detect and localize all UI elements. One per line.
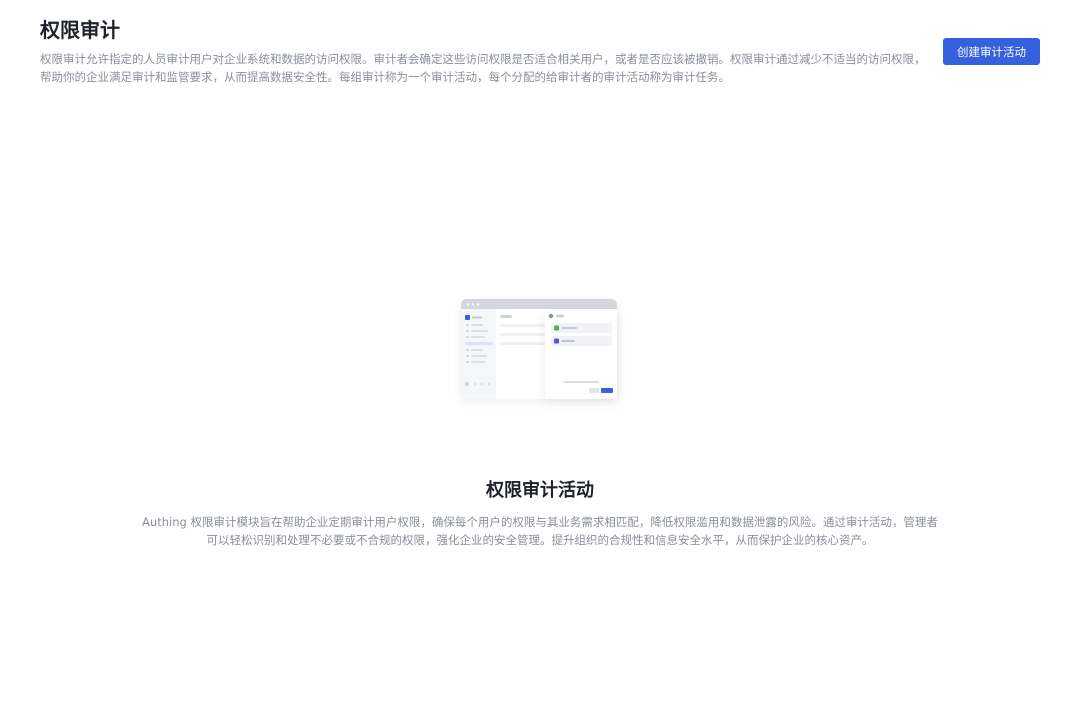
page-header: 权限审计 权限审计允许指定的人员审计用户对企业系统和数据的访问权限。审计者会确定… <box>40 16 930 86</box>
illustration-svg <box>455 299 625 418</box>
audit-activity-illustration <box>455 296 625 418</box>
window-modal <box>545 309 617 399</box>
create-audit-activity-button[interactable]: 创建审计活动 <box>943 38 1040 65</box>
page-description: 权限审计允许指定的人员审计用户对企业系统和数据的访问权限。审计者会确定这些访问权… <box>40 52 926 84</box>
permission-audit-page: 权限审计 权限审计允许指定的人员审计用户对企业系统和数据的访问权限。审计者会确定… <box>0 0 1080 708</box>
empty-state-description: Authing 权限审计模块旨在帮助企业定期审计用户权限，确保每个用户的权限与其… <box>142 515 938 547</box>
page-title: 权限审计 <box>40 18 120 42</box>
window-titlebar <box>461 299 617 309</box>
empty-state-title: 权限审计活动 <box>486 480 594 501</box>
